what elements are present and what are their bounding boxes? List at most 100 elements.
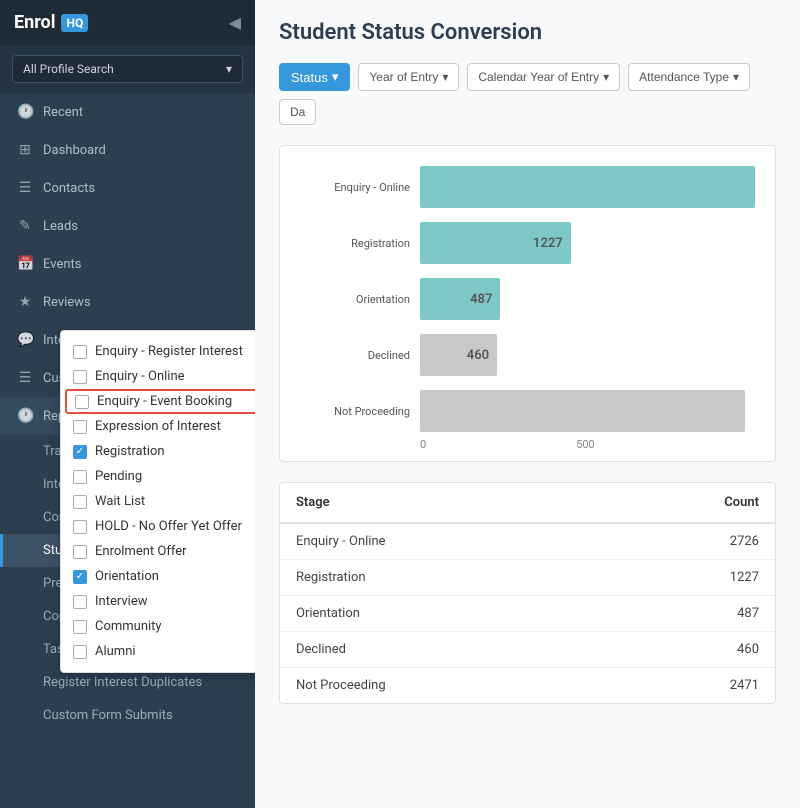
dropdown-label-enquiry-online: Enquiry - Online — [95, 369, 185, 384]
table-cell-count-5: 2471 — [600, 668, 775, 704]
table-header-stage: Stage — [280, 483, 600, 523]
nav-leads[interactable]: ✎ Leads — [0, 207, 255, 245]
sidebar-header: Enrol HQ ◀ — [0, 0, 255, 45]
checkbox-expression-of-interest[interactable] — [73, 420, 87, 434]
year-of-entry-label: Year of Entry — [369, 70, 438, 84]
nav-recent-label: Recent — [43, 105, 241, 120]
dropdown-label-enquiry-event-booking: Enquiry - Event Booking — [97, 394, 232, 409]
chart-row-enquiry-online: Enquiry - Online — [300, 166, 755, 208]
checkbox-enquiry-online[interactable] — [73, 370, 87, 384]
chart-row-declined: Declined 460 — [300, 334, 755, 376]
status-filter-button[interactable]: Status ▾ — [279, 63, 350, 91]
dropdown-item-community[interactable]: Community — [61, 614, 255, 639]
dropdown-item-enquiry-register-interest[interactable]: Enquiry - Register Interest — [61, 339, 255, 364]
dropdown-item-enquiry-event-booking[interactable]: Enquiry - Event Booking — [65, 389, 255, 414]
checkbox-registration[interactable]: ✓ — [73, 445, 87, 459]
table-row: Not Proceeding 2471 — [280, 668, 775, 704]
dropdown-item-enquiry-online[interactable]: Enquiry - Online — [61, 364, 255, 389]
dropdown-label-interview: Interview — [95, 594, 148, 609]
chart-label-declined: Declined — [300, 349, 410, 362]
dropdown-label-alumni: Alumni — [95, 644, 136, 659]
chart-label-enquiry-online: Enquiry - Online — [300, 181, 410, 194]
table-cell-stage-5: Not Proceeding — [280, 668, 600, 704]
filter-bar: Status ▾ Year of Entry ▾ Calendar Year o… — [279, 63, 776, 125]
dropdown-label-registration: Registration — [95, 444, 165, 459]
search-area: All Profile Search ▾ — [0, 45, 255, 93]
dropdown-label-wait-list: Wait List — [95, 494, 145, 509]
chart-bar-declined: 460 — [420, 334, 497, 376]
nav-reviews-label: Reviews — [43, 295, 241, 310]
table-row: Orientation 487 — [280, 596, 775, 632]
da-filter-button[interactable]: Da — [279, 99, 316, 125]
chart-row-not-proceeding: Not Proceeding — [300, 390, 755, 432]
checkbox-interview[interactable] — [73, 595, 87, 609]
chart-bar-area-registration: 1227 — [420, 222, 755, 264]
nav-events-label: Events — [43, 257, 241, 272]
sidebar-item-custom-form-submits[interactable]: Custom Form Submits — [0, 699, 255, 732]
chart-label-orientation: Orientation — [300, 293, 410, 306]
checkbox-hold-no-offer[interactable] — [73, 520, 87, 534]
checkbox-alumni[interactable] — [73, 645, 87, 659]
checkbox-enquiry-register-interest[interactable] — [73, 345, 87, 359]
logo-text: Enrol — [14, 12, 55, 33]
chart-bar-not-proceeding — [420, 390, 745, 432]
dropdown-label-expression-of-interest: Expression of Interest — [95, 419, 221, 434]
checkbox-enquiry-event-booking[interactable] — [75, 395, 89, 409]
da-filter-label: Da — [290, 105, 305, 119]
chart-bar-area-declined: 460 — [420, 334, 755, 376]
table-cell-count-3: 487 — [600, 596, 775, 632]
nav-recent[interactable]: 🕐 Recent — [0, 93, 255, 131]
table-cell-count-2: 1227 — [600, 560, 775, 596]
table-header-count: Count — [600, 483, 775, 523]
table-row: Declined 460 — [280, 632, 775, 668]
dropdown-item-hold-no-offer[interactable]: HOLD - No Offer Yet Offer — [61, 514, 255, 539]
dropdown-item-registration[interactable]: ✓ Registration — [61, 439, 255, 464]
chart-bar-area-enquiry-online — [420, 166, 755, 208]
calendar-year-label: Calendar Year of Entry — [478, 70, 599, 84]
dropdown-item-orientation[interactable]: ✓ Orientation — [61, 564, 255, 589]
calendar-year-filter-button[interactable]: Calendar Year of Entry ▾ — [467, 63, 620, 91]
chart-bar-value-registration: 1227 — [533, 236, 563, 251]
nav-leads-label: Leads — [43, 219, 241, 234]
custom-forms-icon: ☰ — [17, 370, 33, 386]
sidebar: Enrol HQ ◀ All Profile Search ▾ 🕐 Recent… — [0, 0, 255, 808]
table-cell-count-1: 2726 — [600, 523, 775, 560]
checkbox-orientation[interactable]: ✓ — [73, 570, 87, 584]
table-cell-stage-1: Enquiry - Online — [280, 523, 600, 560]
status-filter-label: Status — [291, 70, 328, 85]
year-of-entry-filter-button[interactable]: Year of Entry ▾ — [358, 63, 459, 91]
recent-icon: 🕐 — [17, 104, 33, 120]
chart-bar-value-orientation: 487 — [470, 292, 492, 307]
nav-events[interactable]: 📅 Events — [0, 245, 255, 283]
year-of-entry-arrow-icon: ▾ — [442, 70, 448, 84]
dropdown-item-expression-of-interest[interactable]: Expression of Interest — [61, 414, 255, 439]
chevron-down-icon: ▾ — [226, 62, 232, 76]
chart-row-registration: Registration 1227 — [300, 222, 755, 264]
checkbox-pending[interactable] — [73, 470, 87, 484]
attendance-type-filter-button[interactable]: Attendance Type ▾ — [628, 63, 750, 91]
nav-contacts-label: Contacts — [43, 181, 241, 196]
checkbox-wait-list[interactable] — [73, 495, 87, 509]
sidebar-toggle-icon[interactable]: ◀ — [229, 13, 241, 32]
dropdown-item-interview[interactable]: Interview — [61, 589, 255, 614]
checkbox-enrolment-offer[interactable] — [73, 545, 87, 559]
profile-search-select[interactable]: All Profile Search ▾ — [12, 55, 243, 83]
chart-bar-area-not-proceeding — [420, 390, 755, 432]
chart-container: Enquiry - Online Registration 1227 Orien… — [279, 145, 776, 462]
nav-contacts[interactable]: ☰ Contacts — [0, 169, 255, 207]
nav-dashboard-label: Dashboard — [43, 143, 241, 158]
status-dropdown: Enquiry - Register Interest Enquiry - On… — [60, 330, 255, 673]
dropdown-item-pending[interactable]: Pending — [61, 464, 255, 489]
dropdown-item-wait-list[interactable]: Wait List — [61, 489, 255, 514]
table-cell-stage-3: Orientation — [280, 596, 600, 632]
checkbox-community[interactable] — [73, 620, 87, 634]
nav-reviews[interactable]: ★ Reviews — [0, 283, 255, 321]
dropdown-item-alumni[interactable]: Alumni — [61, 639, 255, 664]
main-content: Student Status Conversion Status ▾ Year … — [255, 0, 800, 808]
chart-bars: Enquiry - Online Registration 1227 Orien… — [300, 166, 755, 432]
nav-dashboard[interactable]: ⊞ Dashboard — [0, 131, 255, 169]
leads-icon: ✎ — [17, 218, 33, 234]
attendance-type-label: Attendance Type — [639, 70, 729, 84]
dropdown-item-enrolment-offer[interactable]: Enrolment Offer — [61, 539, 255, 564]
search-select-label: All Profile Search — [23, 62, 114, 76]
